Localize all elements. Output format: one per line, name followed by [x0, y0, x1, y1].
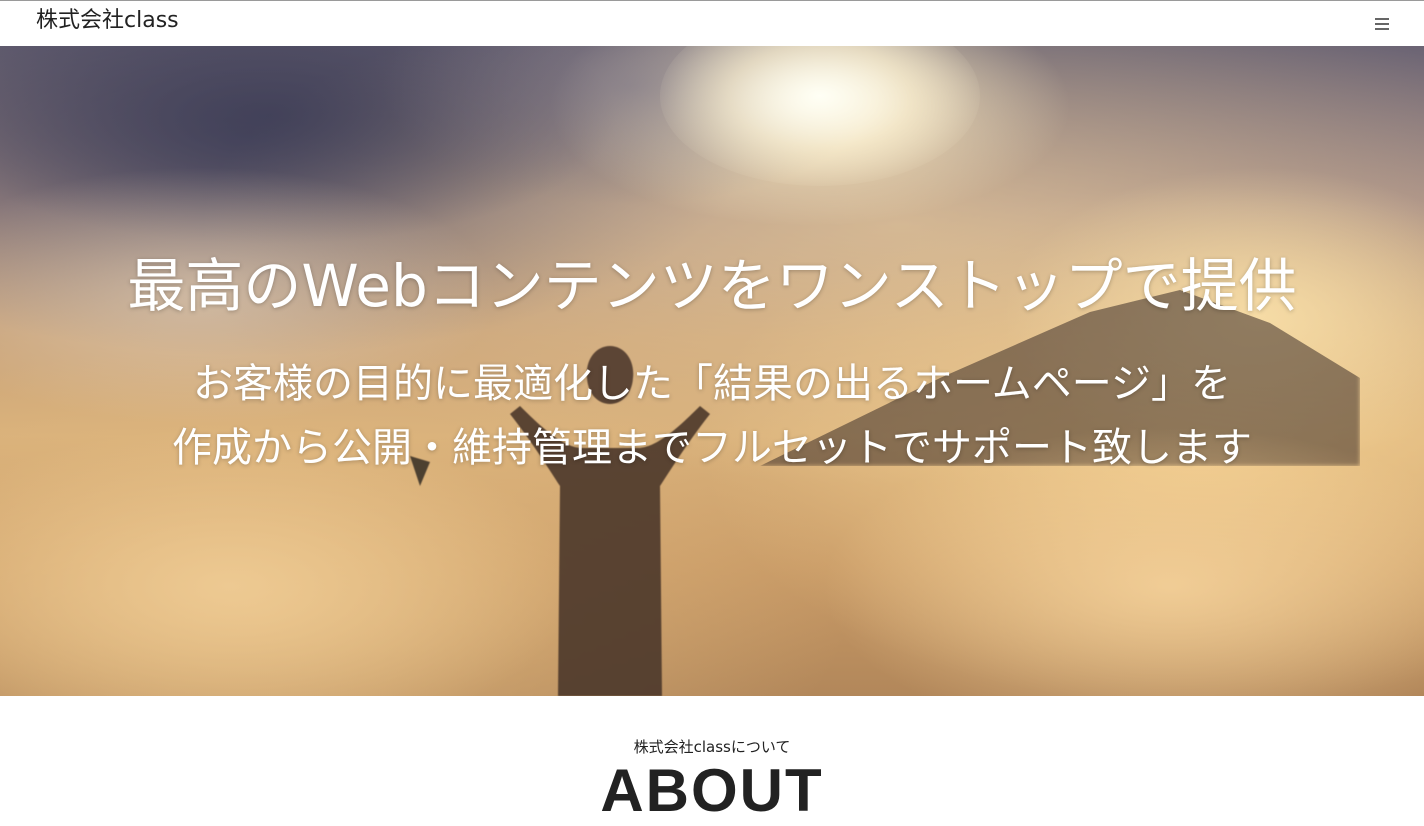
brand-logo[interactable]: 株式会社class — [36, 7, 179, 35]
hamburger-menu-icon[interactable] — [1372, 15, 1392, 33]
hero-title: 最高のWebコンテンツをワンストップで提供 — [127, 252, 1297, 320]
about-title: ABOUT — [600, 757, 824, 824]
hero-section: 最高のWebコンテンツをワンストップで提供 お客様の目的に最適化した「結果の出る… — [0, 46, 1424, 696]
hero-subtitle-line: お客様の目的に最適化した「結果の出るホームページ」を — [193, 361, 1231, 407]
about-eyebrow: 株式会社classについて — [633, 738, 791, 756]
hero-subtitle-line: 作成から公開・維持管理までフルセットでサポート致します — [172, 425, 1252, 471]
site-header: 株式会社class — [0, 1, 1424, 46]
hero-subtitle: お客様の目的に最適化した「結果の出るホームページ」を 作成から公開・維持管理まで… — [0, 352, 1424, 480]
